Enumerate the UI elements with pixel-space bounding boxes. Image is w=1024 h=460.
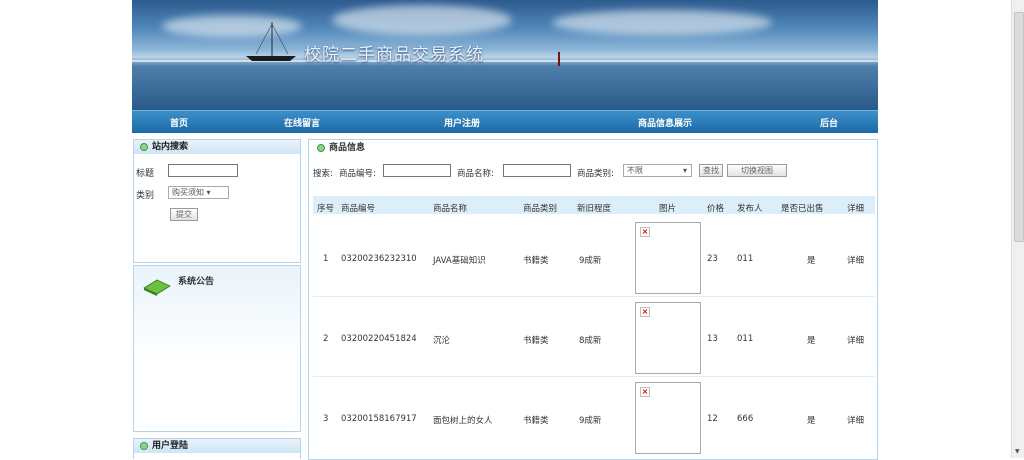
row-publisher: 011: [737, 334, 754, 344]
row-type: 书籍类: [523, 256, 549, 266]
row-detail-link[interactable]: 详细: [847, 254, 864, 266]
site-search-header: 站内搜索: [152, 142, 189, 152]
buoy-icon: [558, 52, 560, 66]
row-no: 1: [323, 254, 329, 264]
row-code: 03200220451824: [341, 334, 417, 344]
vertical-scrollbar[interactable]: ▼: [1011, 0, 1024, 458]
nav-register[interactable]: 用户注册: [444, 116, 480, 129]
notice-header: 系统公告: [178, 277, 215, 287]
site-search-panel: 站内搜索 标题 类别 购买须知 ▾ 提交: [133, 139, 301, 263]
bullet-icon: [140, 441, 148, 450]
row-detail-link[interactable]: 详细: [847, 334, 864, 346]
code-input[interactable]: [383, 164, 451, 177]
goods-image[interactable]: ×: [635, 382, 701, 454]
row-type: 书籍类: [523, 416, 549, 426]
row-no: 2: [323, 334, 329, 344]
row-condition: 9成新: [579, 416, 602, 426]
row-detail-link[interactable]: 详细: [847, 414, 864, 426]
broken-image-icon: ×: [640, 227, 650, 237]
row-name: 沉沦: [433, 336, 451, 346]
broken-image-icon: ×: [640, 307, 650, 317]
submit-button[interactable]: 提交: [170, 208, 198, 221]
login-panel: 用户登陆: [133, 438, 301, 459]
row-price: 23: [707, 254, 718, 264]
row-publisher: 666: [737, 414, 754, 424]
col-no: 序号: [317, 204, 335, 214]
row-condition: 8成新: [579, 336, 602, 346]
find-button[interactable]: 查找: [699, 164, 723, 177]
filter-code-label: 商品编号:: [339, 169, 376, 179]
col-publisher: 发布人: [737, 204, 763, 214]
banner: 校院二手商品交易系统: [132, 0, 878, 110]
row-sold: 是: [807, 336, 816, 346]
nav-home[interactable]: 首页: [170, 116, 188, 129]
row-name: 面包树上的女人: [433, 416, 493, 426]
main-nav: 首页 在线留言 用户注册 商品信息展示 后台: [132, 110, 878, 133]
row-no: 3: [323, 414, 329, 424]
switch-view-button[interactable]: 切换视图: [727, 164, 787, 177]
nav-guestbook[interactable]: 在线留言: [284, 116, 320, 129]
row-publisher: 011: [737, 254, 754, 264]
row-price: 12: [707, 414, 718, 424]
goods-panel: 商品信息 搜索: 商品编号: 商品名称: 商品类别: 不限 ▾ 查找 切换视图 序…: [308, 139, 878, 460]
col-sold: 是否已出售: [781, 204, 824, 214]
nav-admin[interactable]: 后台: [820, 116, 838, 129]
category-label: 类别: [136, 191, 155, 201]
row-code: 03200158167917: [341, 414, 417, 424]
page-wrapper: 校院二手商品交易系统 首页 在线留言 用户注册 商品信息展示 后台 站内搜索 标…: [132, 0, 878, 460]
row-condition: 9成新: [579, 256, 602, 266]
filter-search-label: 搜索:: [313, 169, 333, 179]
col-type: 商品类别: [523, 204, 558, 214]
row-type: 书籍类: [523, 336, 549, 346]
nav-goods[interactable]: 商品信息展示: [638, 116, 692, 129]
goods-image[interactable]: ×: [635, 222, 701, 294]
name-input[interactable]: [503, 164, 571, 177]
filter-type-label: 商品类别:: [577, 169, 614, 179]
row-code: 03200236232310: [341, 254, 417, 264]
book-icon: [143, 279, 171, 296]
row-price: 13: [707, 334, 718, 344]
col-price: 价格: [707, 204, 725, 214]
goods-header: 商品信息: [329, 143, 366, 153]
scrollbar-thumb[interactable]: [1014, 12, 1024, 242]
goods-image[interactable]: ×: [635, 302, 701, 374]
title-input[interactable]: [168, 164, 238, 177]
col-image: 图片: [659, 204, 677, 214]
sailboat-icon: [246, 22, 296, 61]
bullet-icon: [140, 142, 148, 151]
scroll-down-arrow-icon[interactable]: ▼: [1015, 448, 1020, 455]
login-header: 用户登陆: [152, 441, 189, 451]
row-sold: 是: [807, 256, 816, 266]
row-sold: 是: [807, 416, 816, 426]
bullet-icon: [317, 143, 325, 152]
site-title: 校院二手商品交易系统: [304, 45, 484, 65]
col-code: 商品编号: [341, 204, 376, 214]
col-name: 商品名称: [433, 204, 468, 214]
row-name: JAVA基础知识: [433, 256, 486, 266]
broken-image-icon: ×: [640, 387, 650, 397]
category-select[interactable]: 购买须知 ▾: [168, 186, 229, 199]
filter-name-label: 商品名称:: [457, 169, 494, 179]
notice-panel: 系统公告: [133, 265, 301, 432]
col-detail: 详细: [847, 204, 865, 214]
title-label: 标题: [136, 169, 155, 179]
type-select[interactable]: 不限 ▾: [623, 164, 692, 177]
col-condition: 新旧程度: [577, 204, 612, 214]
